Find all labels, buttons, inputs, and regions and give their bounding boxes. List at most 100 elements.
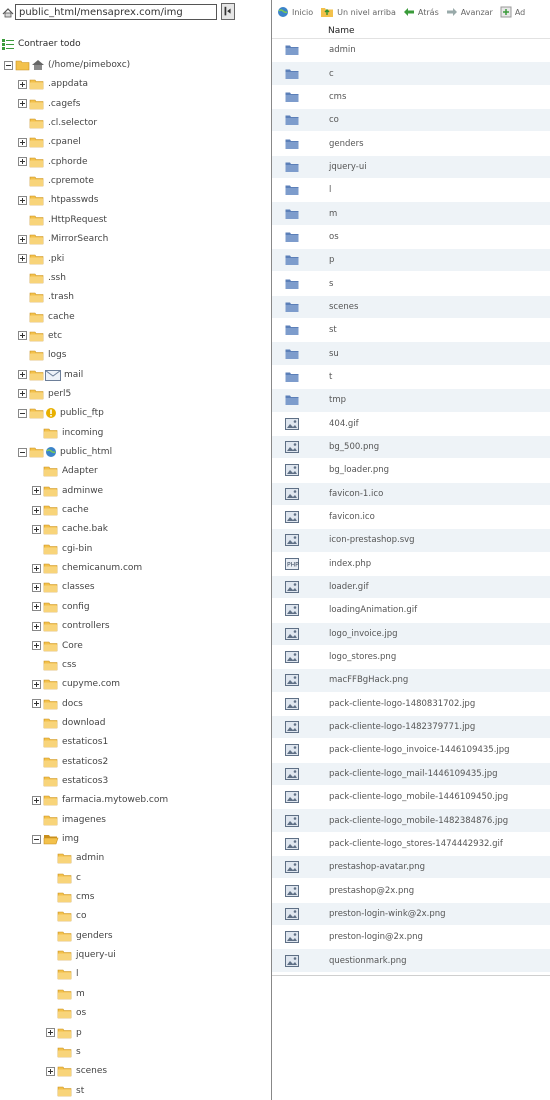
- file-row[interactable]: bg_loader.png: [272, 459, 550, 483]
- tree-node[interactable]: docs: [32, 697, 83, 711]
- file-name[interactable]: l: [329, 185, 331, 195]
- tree-node-label[interactable]: css: [62, 660, 76, 670]
- tree-node-label[interactable]: p: [76, 1028, 82, 1038]
- file-name[interactable]: logo_stores.png: [329, 652, 396, 662]
- toolbar-button[interactable]: Atrás: [403, 7, 439, 17]
- file-name[interactable]: pack-cliente-logo_stores-1474442932.gif: [329, 839, 503, 849]
- file-name[interactable]: favicon.ico: [329, 512, 375, 522]
- expand-icon[interactable]: [18, 254, 27, 263]
- file-name[interactable]: pack-cliente-logo-1480831702.jpg: [329, 699, 475, 709]
- tree-node[interactable]: l: [46, 967, 79, 981]
- file-name[interactable]: pack-cliente-logo_mobile-1446109450.jpg: [329, 792, 508, 802]
- file-name[interactable]: scenes: [329, 302, 358, 312]
- tree-node-label[interactable]: cgi-bin: [62, 544, 92, 554]
- file-name[interactable]: index.php: [329, 559, 371, 569]
- file-row[interactable]: preston-login@2x.png: [272, 926, 550, 950]
- file-row[interactable]: questionmark.png: [272, 949, 550, 973]
- expand-icon[interactable]: [18, 137, 27, 147]
- tree-node-label[interactable]: controllers: [62, 621, 110, 631]
- tree-node[interactable]: co: [46, 909, 86, 923]
- tree-node-label[interactable]: .cl.selector: [48, 118, 97, 128]
- file-row[interactable]: scenes: [272, 295, 550, 320]
- tree-node-label[interactable]: cache: [48, 312, 75, 322]
- tree-node[interactable]: download: [32, 716, 106, 730]
- tree-node-label[interactable]: l: [76, 969, 79, 979]
- file-row[interactable]: pack-cliente-logo_mobile-1482384876.jpg: [272, 809, 550, 833]
- tree-node[interactable]: scenes: [46, 1064, 107, 1078]
- file-name[interactable]: bg_loader.png: [329, 465, 389, 475]
- file-row[interactable]: logo_stores.png: [272, 646, 550, 670]
- tree-node[interactable]: logs: [18, 348, 66, 362]
- file-name[interactable]: pack-cliente-logo_invoice-1446109435.jpg: [329, 745, 510, 755]
- expand-icon[interactable]: [32, 486, 41, 496]
- tree-node[interactable]: (/home/pimeboxc): [4, 58, 130, 72]
- file-name[interactable]: tmp: [329, 395, 346, 405]
- tree-node-label[interactable]: jquery-ui: [76, 950, 116, 960]
- tree-node[interactable]: .pki: [18, 252, 64, 266]
- file-row[interactable]: tmp: [272, 389, 550, 413]
- file-row[interactable]: icon-prestashop.svg: [272, 529, 550, 553]
- expand-icon[interactable]: [32, 641, 41, 650]
- tree-node-label[interactable]: s: [76, 1047, 81, 1057]
- tree-node-label[interactable]: .MirrorSearch: [48, 234, 108, 244]
- file-row[interactable]: jquery-ui: [272, 155, 550, 180]
- file-name[interactable]: icon-prestashop.svg: [329, 535, 415, 545]
- tree-node[interactable]: .ssh: [18, 271, 66, 285]
- expand-icon[interactable]: [18, 195, 27, 205]
- path-input[interactable]: [15, 4, 217, 20]
- tree-node-label[interactable]: admin: [76, 853, 104, 863]
- toolbar-button[interactable]: Avanzar: [446, 7, 493, 17]
- tree-node[interactable]: perl5: [18, 387, 71, 401]
- tree-node-label[interactable]: cms: [76, 892, 94, 902]
- tree-node[interactable]: incoming: [32, 426, 103, 440]
- expand-icon[interactable]: [18, 99, 27, 109]
- tree-node-label[interactable]: Adapter: [62, 466, 98, 476]
- expand-icon[interactable]: [32, 621, 41, 631]
- tree-node[interactable]: controllers: [32, 619, 110, 633]
- file-row[interactable]: pack-cliente-logo_invoice-1446109435.jpg: [272, 739, 550, 763]
- tree-node[interactable]: estaticos2: [32, 755, 108, 769]
- file-name[interactable]: pack-cliente-logo-1482379771.jpg: [329, 722, 475, 732]
- tree-node-label[interactable]: adminwe: [62, 486, 103, 496]
- file-name[interactable]: jquery-ui: [329, 162, 367, 172]
- tree-node[interactable]: s: [46, 1045, 81, 1059]
- tree-node-label[interactable]: scenes: [76, 1066, 107, 1076]
- expand-icon[interactable]: [32, 602, 41, 612]
- file-row[interactable]: favicon.ico: [272, 506, 550, 530]
- tree-node[interactable]: .cpanel: [18, 135, 81, 149]
- expand-icon[interactable]: [18, 331, 27, 341]
- file-name[interactable]: os: [329, 232, 339, 242]
- tree-node-label[interactable]: .trash: [48, 292, 74, 302]
- file-row[interactable]: logo_invoice.jpg: [272, 622, 550, 646]
- tree-node-label[interactable]: config: [62, 602, 90, 612]
- tree-node[interactable]: .cphorde: [18, 155, 88, 169]
- tree-node-label[interactable]: estaticos2: [62, 757, 108, 767]
- expand-icon[interactable]: [32, 582, 41, 592]
- file-name[interactable]: admin: [329, 45, 356, 55]
- tree-node-label[interactable]: .htpasswds: [48, 195, 98, 205]
- expand-icon[interactable]: [32, 679, 41, 689]
- file-name[interactable]: c: [329, 69, 334, 79]
- tree-node[interactable]: .appdata: [18, 77, 88, 91]
- tree-node-label[interactable]: cupyme.com: [62, 679, 120, 689]
- tree-node-label[interactable]: logs: [48, 350, 66, 360]
- tree-node[interactable]: .cagefs: [18, 97, 80, 111]
- tree-node[interactable]: .cpremote: [18, 174, 94, 188]
- tree-node[interactable]: .htpasswds: [18, 193, 98, 207]
- file-row[interactable]: pack-cliente-logo-1482379771.jpg: [272, 715, 550, 740]
- tree-node-label[interactable]: download: [62, 718, 106, 728]
- tree-node[interactable]: cache.bak: [32, 522, 108, 536]
- tree-node-label[interactable]: estaticos3: [62, 776, 108, 786]
- file-row[interactable]: co: [272, 109, 550, 133]
- file-row[interactable]: loader.gif: [272, 575, 550, 600]
- file-row[interactable]: loadingAnimation.gif: [272, 599, 550, 623]
- file-row[interactable]: pack-cliente-logo_stores-1474442932.gif: [272, 833, 550, 857]
- tree-node[interactable]: st: [46, 1084, 84, 1098]
- tree-node-label[interactable]: farmacia.mytoweb.com: [62, 795, 168, 805]
- file-row[interactable]: prestashop-avatar.png: [272, 856, 550, 880]
- tree-node[interactable]: estaticos3: [32, 774, 108, 788]
- tree-node-label[interactable]: (/home/pimeboxc): [48, 60, 130, 70]
- file-name[interactable]: t: [329, 372, 332, 382]
- file-name[interactable]: co: [329, 115, 339, 125]
- file-row[interactable]: m: [272, 202, 550, 226]
